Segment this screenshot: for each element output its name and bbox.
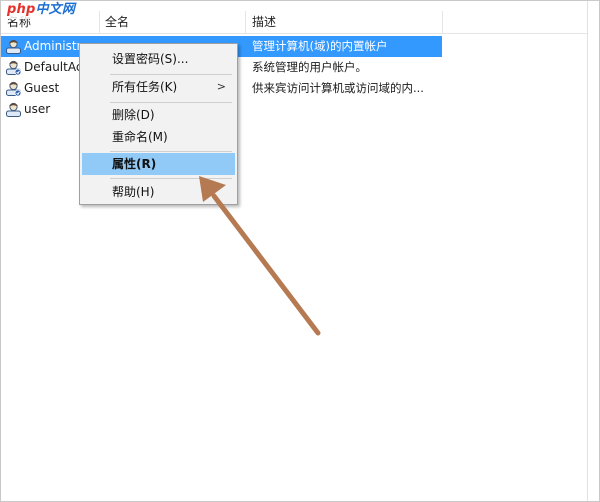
annotation-arrow: [199, 176, 321, 336]
annotation-arrow-shaft: [211, 193, 321, 336]
